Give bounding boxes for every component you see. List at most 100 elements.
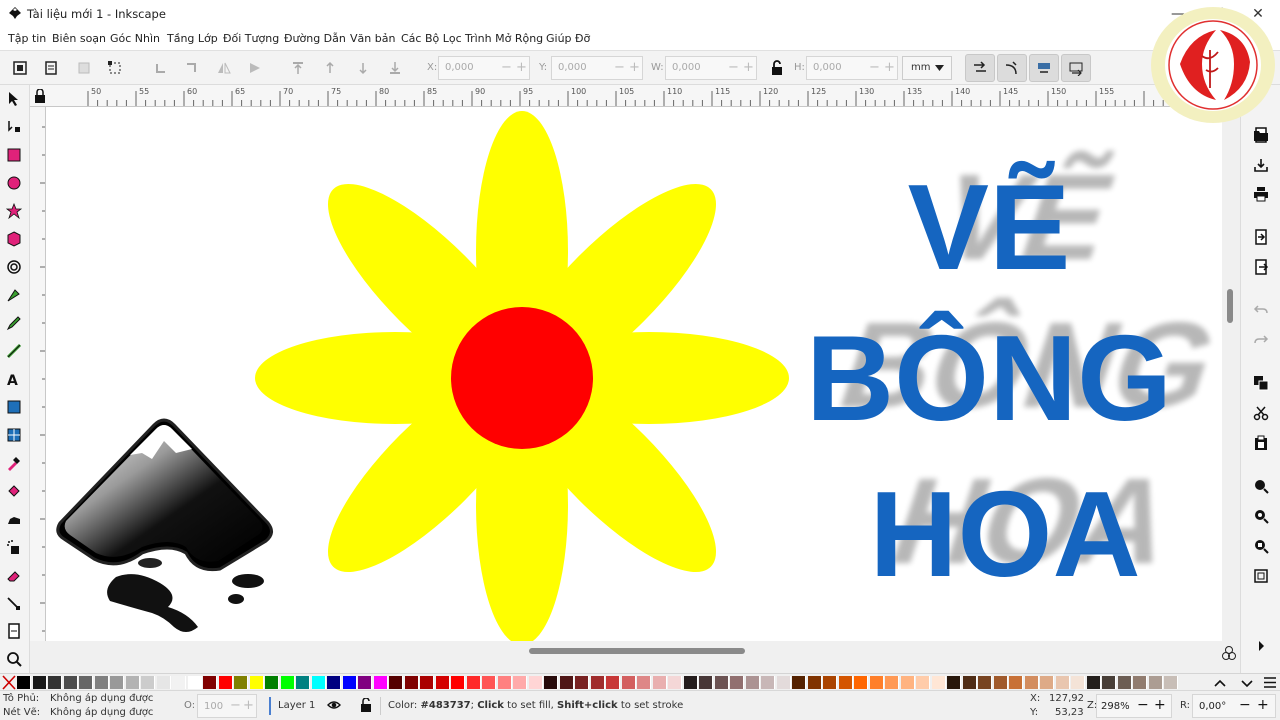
spiral-tool[interactable] — [6, 259, 24, 277]
menu-extensions[interactable]: Trình Mở Rộng — [465, 32, 543, 45]
palette-swatch[interactable] — [373, 676, 388, 689]
zoom-field[interactable]: 298% − + — [1096, 694, 1172, 718]
palette-swatch[interactable] — [156, 676, 171, 689]
menu-edit[interactable]: Biên soạn — [52, 32, 106, 45]
opacity-decrement[interactable]: − — [230, 698, 241, 713]
palette-swatch[interactable] — [528, 676, 543, 689]
palette-swatch[interactable] — [978, 676, 992, 689]
rotate-ccw-status-button[interactable]: − — [1239, 697, 1251, 713]
ellipse-tool[interactable] — [6, 175, 24, 193]
palette-swatch[interactable] — [32, 676, 47, 689]
palette-swatch[interactable] — [714, 676, 729, 689]
palette-swatch[interactable] — [466, 676, 481, 689]
w-field[interactable]: 0,000 − + — [665, 56, 757, 80]
menu-layer[interactable]: Tầng Lớp — [167, 32, 218, 45]
fill-value[interactable]: Không áp dụng được — [50, 693, 153, 704]
paint-bucket-tool[interactable] — [6, 483, 24, 501]
print-icon[interactable] — [1253, 186, 1269, 202]
horizontal-ruler[interactable]: 50 55 60 65 70 75 80 85 90 95 100 105 110 115 120 125 13… — [30, 85, 1222, 107]
palette-swatch[interactable] — [280, 676, 295, 689]
palette-swatch[interactable] — [1009, 676, 1023, 689]
select-all-button[interactable] — [9, 58, 31, 78]
palette-swatch[interactable] — [1055, 676, 1070, 689]
color-manage-icon[interactable] — [1221, 645, 1237, 661]
ruler-lock-icon[interactable] — [34, 89, 46, 103]
spray-tool[interactable] — [6, 539, 24, 557]
y-decrement[interactable]: − — [614, 60, 625, 75]
node-tool[interactable] — [6, 118, 24, 136]
cut-icon[interactable] — [1253, 405, 1269, 421]
palette-swatch[interactable] — [497, 676, 512, 689]
flip-vertical-button[interactable] — [244, 58, 266, 78]
x-decrement[interactable]: − — [501, 60, 512, 75]
text-tool[interactable]: A — [6, 371, 24, 389]
visibility-eye-icon[interactable] — [327, 698, 341, 712]
palette-swatch[interactable] — [761, 676, 775, 689]
transform-gradients-toggle[interactable] — [1029, 54, 1059, 82]
h-increment[interactable]: + — [884, 60, 895, 75]
palette-menu-icon[interactable] — [1263, 676, 1277, 689]
menu-view[interactable]: Góc Nhìn — [110, 32, 160, 45]
zoom-fit-icon[interactable] — [1253, 568, 1269, 584]
palette-swatch[interactable] — [311, 676, 326, 689]
w-decrement[interactable]: − — [728, 60, 739, 75]
measure-tool[interactable] — [6, 623, 24, 641]
palette-swatch[interactable] — [745, 676, 760, 689]
palette-swatch[interactable] — [947, 676, 961, 689]
palette-swatch[interactable] — [1071, 676, 1085, 689]
paste-icon[interactable] — [1253, 435, 1269, 451]
drawing-canvas[interactable]: VẼ BÔNG HOA VẼ BÔNG HOA — [46, 107, 1222, 641]
horizontal-scrollbar-thumb[interactable] — [529, 648, 745, 654]
palette-swatch[interactable] — [1148, 676, 1163, 689]
zoom-out-button[interactable]: − — [1137, 697, 1149, 713]
palette-swatch[interactable] — [358, 676, 372, 689]
vertical-scrollbar[interactable] — [1222, 85, 1240, 641]
palette-swatch[interactable] — [218, 676, 233, 689]
scale-stroke-toggle[interactable] — [965, 54, 995, 82]
save-icon[interactable] — [1253, 157, 1269, 173]
rotation-field[interactable]: 0,00° − + — [1192, 694, 1276, 718]
layer-lock-icon[interactable] — [360, 698, 372, 712]
pencil-tool[interactable] — [6, 315, 24, 333]
palette-swatch[interactable] — [141, 676, 155, 689]
copy-icon[interactable] — [1253, 375, 1269, 391]
y-increment[interactable]: + — [629, 60, 640, 75]
palette-swatch[interactable] — [993, 676, 1008, 689]
palette-swatch[interactable] — [885, 676, 899, 689]
palette-swatch[interactable] — [513, 676, 527, 689]
palette-swatch[interactable] — [172, 676, 186, 689]
3d-box-tool[interactable] — [6, 231, 24, 249]
palette-scroll-down-icon[interactable] — [1240, 677, 1254, 689]
menu-filters[interactable]: Các Bộ Lọc — [401, 32, 462, 45]
palette-swatch[interactable] — [48, 676, 62, 689]
stroke-value[interactable]: Không áp dụng được — [50, 707, 153, 718]
palette-swatch[interactable] — [420, 676, 434, 689]
palette-swatch[interactable] — [637, 676, 651, 689]
palette-swatch[interactable] — [1024, 676, 1039, 689]
export-icon[interactable] — [1253, 259, 1269, 275]
palette-swatch[interactable] — [79, 676, 93, 689]
undo-icon[interactable] — [1253, 302, 1269, 318]
opacity-increment[interactable]: + — [243, 698, 254, 713]
palette-swatch[interactable] — [668, 676, 682, 689]
palette-swatch[interactable] — [451, 676, 465, 689]
lock-proportions-button[interactable] — [766, 58, 788, 78]
menu-file[interactable]: Tập tin — [8, 32, 46, 45]
palette-swatch[interactable] — [249, 676, 264, 689]
palette-swatch[interactable] — [590, 676, 605, 689]
palette-swatch[interactable] — [94, 676, 109, 689]
palette-swatch[interactable] — [389, 676, 403, 689]
mesh-tool[interactable] — [6, 427, 24, 445]
dropper-tool[interactable] — [6, 455, 24, 473]
lower-to-bottom-button[interactable] — [384, 58, 406, 78]
palette-swatch[interactable] — [575, 676, 589, 689]
palette-swatch[interactable] — [730, 676, 744, 689]
star-tool[interactable] — [5, 202, 24, 221]
palette-swatch[interactable] — [854, 676, 868, 689]
palette-swatch[interactable] — [792, 676, 806, 689]
palette-swatch[interactable] — [683, 676, 698, 689]
flip-horizontal-button[interactable] — [213, 58, 235, 78]
palette-swatch[interactable] — [125, 676, 140, 689]
palette-swatch[interactable] — [823, 676, 837, 689]
zoom-page-icon[interactable] — [1253, 538, 1269, 554]
